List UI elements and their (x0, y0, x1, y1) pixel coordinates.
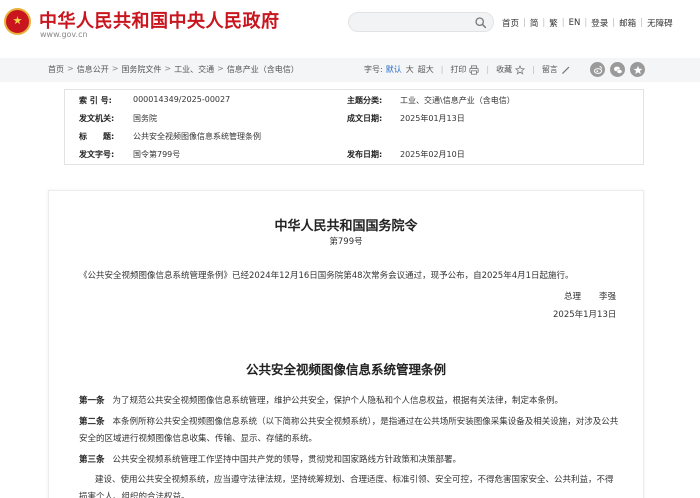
nav-simplified[interactable]: 简 (530, 17, 539, 29)
nav-divider: | (640, 18, 644, 28)
meta-row: 索 引 号: 000014349/2025-00027 主题分类: 工业、交通\… (65, 95, 643, 112)
nav-divider: | (612, 18, 616, 28)
breadcrumb-info-disclosure[interactable]: 信息公开 (77, 64, 109, 75)
article-text: 建设、使用公共安全视频系统，应当遵守法律法规，坚持统筹规划、合理适度、标准引领、… (79, 475, 614, 498)
nav-mailbox[interactable]: 邮箱 (619, 17, 636, 29)
site-header: 中华人民共和国中央人民政府 www.gov.cn 首页 | 简 | 繁 | EN… (0, 0, 700, 50)
tools-divider: | (486, 65, 490, 74)
doc-title-label: 标 题: (79, 132, 115, 141)
star-icon[interactable] (515, 64, 526, 75)
article-number: 第二条 (79, 417, 105, 427)
nav-divider: | (561, 18, 565, 28)
nav-accessibility[interactable]: 无障碍 (647, 17, 673, 29)
breadcrumb-home[interactable]: 首页 (48, 64, 64, 75)
doc-number-label: 发文字号: (79, 150, 115, 159)
search-input[interactable] (348, 12, 494, 32)
nav-home[interactable]: 首页 (502, 17, 519, 29)
created-date-value: 2025年01月13日 (400, 114, 465, 123)
breadcrumb-bar: 首页 > 信息公开 > 国务院文件 > 工业、交通 > 信息产业（含电信） 字号… (0, 58, 700, 82)
print-button[interactable]: 打印 (450, 64, 466, 75)
breadcrumb-separator: > (217, 64, 224, 73)
article-text: 公共安全视频系统管理工作坚持中国共产党的领导，贯彻党和国家路线方针政策和决策部署… (112, 455, 462, 465)
nav-divider: | (584, 18, 588, 28)
topic-value: 工业、交通\信息产业（含电信） (400, 96, 515, 105)
doc-title-value: 公共安全视频图像信息系统管理条例 (133, 132, 261, 141)
tools-divider: | (440, 65, 444, 74)
index-number-value: 000014349/2025-00027 (133, 95, 231, 104)
article-3-paragraph-2: 建设、使用公共安全视频系统，应当遵守法律法规，坚持统筹规划、合理适度、标准引领、… (79, 472, 619, 498)
document-metadata-table: 索 引 号: 000014349/2025-00027 主题分类: 工业、交通\… (64, 89, 644, 165)
meta-row: 发文机关: 国务院 成文日期: 2025年01月13日 (65, 113, 643, 130)
tools-divider: | (532, 65, 535, 74)
wechat-share-icon[interactable] (610, 62, 625, 77)
meta-row: 标 题: 公共安全视频图像信息系统管理条例 (65, 131, 643, 148)
article-2: 第二条 本条例所称公共安全视频图像信息系统（以下简称公共安全视频系统），是指通过在… (79, 414, 619, 448)
article-text: 为了规范公共安全视频图像信息系统管理，维护公共安全，保护个人隐私和个人信息权益，… (112, 396, 564, 406)
search-icon[interactable] (474, 16, 487, 29)
breadcrumb-separator: > (111, 64, 119, 73)
article-text: 本条例所称公共安全视频图像信息系统（以下简称公共安全视频系统），是指通过在公共场… (79, 417, 619, 444)
font-size-label: 字号: (364, 65, 383, 74)
nav-login[interactable]: 登录 (591, 17, 608, 29)
breadcrumb-separator: > (67, 64, 74, 73)
article-number: 第一条 (79, 396, 105, 406)
breadcrumb: 首页 > 信息公开 > 国务院文件 > 工业、交通 > 信息产业（含电信） (48, 64, 299, 75)
nav-english[interactable]: EN (569, 18, 581, 28)
nav-divider: | (542, 18, 546, 28)
breadcrumb-info-industry[interactable]: 信息产业（含电信） (227, 64, 299, 75)
signer: 总理 李强 (564, 290, 616, 302)
printer-icon[interactable] (469, 64, 479, 75)
published-date-value: 2025年02月10日 (400, 150, 465, 159)
created-date-label: 成文日期: (347, 114, 383, 123)
index-number-label: 索 引 号: (79, 96, 112, 105)
issuer-label: 发文机关: (79, 114, 115, 123)
comment-button[interactable]: 留言 (542, 64, 558, 75)
article-number: 第三条 (79, 455, 105, 465)
issuer-value: 国务院 (133, 114, 157, 123)
article-card: 中华人民共和国国务院令 第799号 《公共安全视频图像信息系统管理条例》已经20… (48, 190, 644, 498)
breadcrumb-industry-transport[interactable]: 工业、交通 (174, 64, 214, 75)
meta-row: 发文字号: 国令第799号 发布日期: 2025年02月10日 (65, 149, 643, 166)
order-number: 第799号 (329, 237, 363, 247)
breadcrumb-separator: > (164, 64, 172, 73)
order-title: 中华人民共和国国务院令 (274, 219, 418, 234)
article-1: 第一条 为了规范公共安全视频图像信息系统管理，维护公共安全，保护个人隐私和个人信息… (79, 393, 619, 410)
sign-date: 2025年1月13日 (553, 310, 617, 320)
site-url: www.gov.cn (40, 30, 88, 39)
top-nav: 首页 | 简 | 繁 | EN | 登录 | 邮箱 | 无障碍 (502, 17, 673, 29)
promulgation-text: 《公共安全视频图像信息系统管理条例》已经2024年12月16日国务院第48次常务… (79, 271, 574, 281)
font-size-default[interactable]: 默认 (386, 64, 402, 75)
breadcrumb-state-council-docs[interactable]: 国务院文件 (121, 64, 161, 75)
published-date-label: 发布日期: (347, 150, 383, 159)
font-size-large[interactable]: 大 (406, 64, 414, 75)
signer-name: 李强 (599, 292, 617, 302)
pencil-icon[interactable] (561, 65, 571, 75)
nav-traditional[interactable]: 繁 (549, 17, 558, 29)
signer-title: 总理 (564, 292, 582, 302)
page-tools: 字号: 默认 大 超大 | 打印 | 收藏 | 留言 (364, 64, 571, 75)
nav-divider: | (523, 18, 526, 28)
regulation-title: 公共安全视频图像信息系统管理条例 (245, 362, 446, 377)
article-3: 第三条 公共安全视频系统管理工作坚持中国共产党的领导，贯彻党和国家路线方针政策和决… (79, 452, 619, 469)
topic-label: 主题分类: (347, 96, 383, 105)
national-emblem-icon[interactable] (4, 8, 31, 35)
qzone-share-icon[interactable] (630, 62, 645, 77)
favorite-button[interactable]: 收藏 (496, 64, 512, 75)
doc-number-value: 国令第799号 (133, 150, 181, 159)
font-size-xlarge[interactable]: 超大 (418, 64, 434, 75)
weibo-share-icon[interactable] (590, 62, 605, 77)
